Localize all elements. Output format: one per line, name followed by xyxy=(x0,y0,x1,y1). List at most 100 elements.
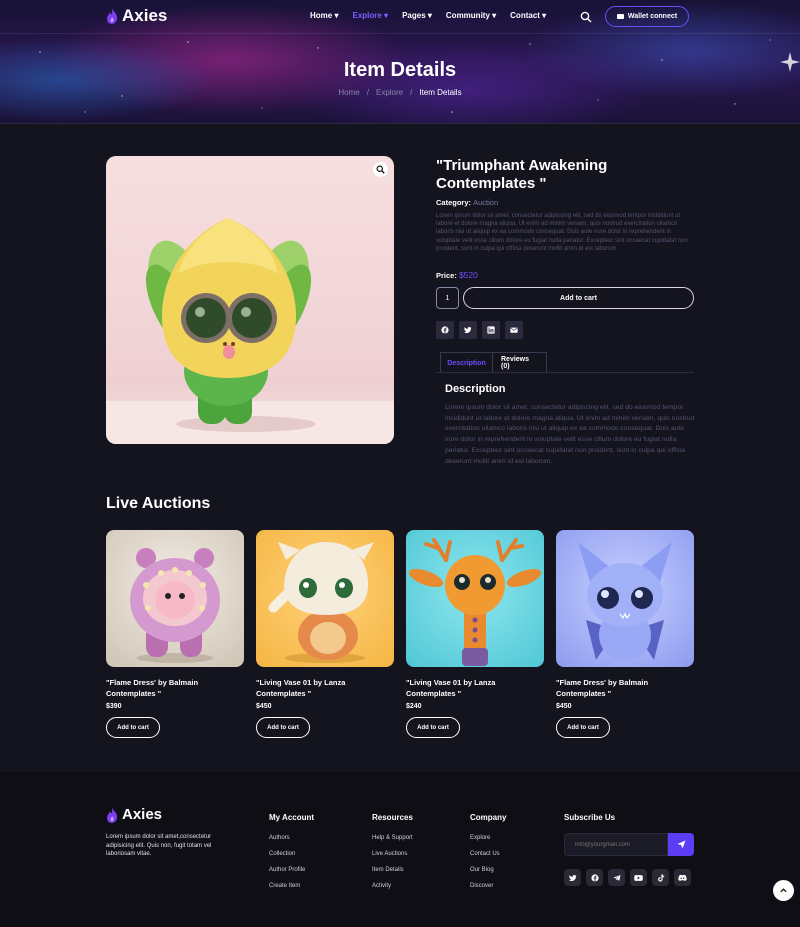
wallet-connect-label: Wallet connect xyxy=(627,13,678,20)
zoom-button[interactable] xyxy=(373,162,388,177)
scroll-to-top-button[interactable] xyxy=(773,880,794,901)
facebook-icon[interactable] xyxy=(436,321,454,339)
discord-icon[interactable] xyxy=(674,869,691,886)
tiktok-icon[interactable] xyxy=(652,869,669,886)
auction-card-title[interactable]: "Flame Dress' by Balmain Contemplates " xyxy=(556,678,696,699)
footer-column-company: Company Explore Contact Us Our Blog Disc… xyxy=(470,813,506,899)
email-icon[interactable] xyxy=(505,321,523,339)
footer-column-title: My Account xyxy=(269,813,315,822)
subscribe-send-button[interactable] xyxy=(668,833,694,856)
nav-home-label: Home xyxy=(310,11,333,20)
bone-creature-illustration xyxy=(268,542,374,663)
footer-logo[interactable]: Axies xyxy=(106,806,162,823)
share-buttons xyxy=(436,321,523,339)
page-title: Item Details xyxy=(343,59,457,81)
nav-pages[interactable]: Pages ▾ xyxy=(402,11,432,20)
footer-link[interactable]: Contact Us xyxy=(470,851,506,867)
send-icon xyxy=(676,840,686,849)
price-label: Price: xyxy=(436,271,457,280)
auction-card-image[interactable] xyxy=(256,530,394,667)
tab-reviews[interactable]: Reviews (0) xyxy=(493,352,547,373)
wallet-icon xyxy=(616,14,624,19)
footer-link[interactable]: Discover xyxy=(470,883,506,899)
auction-card-price: $240 xyxy=(406,703,422,710)
nav-contact[interactable]: Contact ▾ xyxy=(510,11,546,20)
nav-explore[interactable]: Explore ▾ xyxy=(352,11,388,20)
twitter-icon[interactable] xyxy=(459,321,477,339)
auction-card-image[interactable] xyxy=(406,530,544,667)
flame-logo-icon xyxy=(107,8,118,24)
linkedin-icon[interactable] xyxy=(482,321,500,339)
footer-link[interactable]: Live Auctions xyxy=(372,851,413,867)
telegram-icon[interactable] xyxy=(608,869,625,886)
deer-creature-illustration xyxy=(408,538,542,666)
footer-link[interactable]: Authors xyxy=(269,835,314,851)
auction-card-title[interactable]: "Living Vase 01 by Lanza Contemplates " xyxy=(256,678,396,699)
auction-card-title[interactable]: "Living Vase 01 by Lanza Contemplates " xyxy=(406,678,546,699)
search-icon[interactable] xyxy=(580,11,592,23)
price-value: $520 xyxy=(458,270,478,280)
brand-name: Axies xyxy=(122,6,168,25)
nav-home[interactable]: Home ▾ xyxy=(310,11,338,20)
auction-card-add-button[interactable]: Add to cart xyxy=(256,717,310,738)
subscribe-email-input[interactable] xyxy=(564,833,668,856)
breadcrumb-explore[interactable]: Explore xyxy=(376,88,403,97)
auction-card-image[interactable] xyxy=(106,530,244,667)
item-category: Category: Auction xyxy=(436,198,498,207)
footer-link[interactable]: Collection xyxy=(269,851,314,867)
footer-description: Lorem ipsum dolor sit amet,consectetur a… xyxy=(106,834,212,857)
auction-card-price: $450 xyxy=(556,703,572,710)
auction-card[interactable]: "Flame Dress' by Balmain Contemplates " … xyxy=(556,530,694,738)
auction-card-add-button[interactable]: Add to cart xyxy=(556,717,610,738)
item-price: Price: $520 xyxy=(436,270,478,280)
auction-card-title[interactable]: "Flame Dress' by Balmain Contemplates " xyxy=(106,678,246,699)
subscribe-title: Subscribe Us xyxy=(564,813,616,822)
auction-card-image[interactable] xyxy=(556,530,694,667)
footer-link[interactable]: Item Details xyxy=(372,867,413,883)
auction-card-add-button[interactable]: Add to cart xyxy=(106,717,160,738)
auction-card[interactable]: "Flame Dress' by Balmain Contemplates " … xyxy=(106,530,244,738)
zoom-icon xyxy=(376,165,385,174)
footer-link[interactable]: Create Item xyxy=(269,883,314,899)
auction-card-price: $390 xyxy=(106,703,122,710)
item-image xyxy=(106,156,394,444)
pink-creature-illustration xyxy=(130,548,220,663)
footer-brand-name: Axies xyxy=(122,806,163,823)
nav-community-label: Community xyxy=(445,11,490,20)
nav-community[interactable]: Community ▾ xyxy=(446,11,496,20)
footer-link[interactable]: Help & Support xyxy=(372,835,413,851)
auction-card[interactable]: "Living Vase 01 by Lanza Contemplates " … xyxy=(256,530,394,738)
add-to-cart-button[interactable]: Add to cart xyxy=(463,287,694,309)
nav-divider xyxy=(0,33,800,34)
footer-link[interactable]: Our Blog xyxy=(470,867,506,883)
youtube-icon[interactable] xyxy=(630,869,647,886)
item-summary: Lorem ipsum dolor sit amet, consectetur … xyxy=(436,213,688,252)
tab-description[interactable]: Description xyxy=(440,352,493,373)
footer-column-account: My Account Authors Collection Author Pro… xyxy=(269,813,314,899)
main-nav: Home ▾ Explore ▾ Pages ▾ Community ▾ Con… xyxy=(310,11,546,20)
brand-logo[interactable]: Axies xyxy=(106,6,167,26)
tab-divider xyxy=(436,372,694,373)
twitter-icon[interactable] xyxy=(564,869,581,886)
quantity-input[interactable]: 1 xyxy=(436,287,459,309)
auction-card-add-button[interactable]: Add to cart xyxy=(406,717,460,738)
category-value: Auction xyxy=(473,198,499,207)
breadcrumb: Home / Explore / Item Details xyxy=(338,88,462,97)
wallet-connect-button[interactable]: Wallet connect xyxy=(605,6,689,27)
description-heading: Description xyxy=(445,383,506,395)
category-label: Category: xyxy=(436,198,472,207)
flame-logo-icon xyxy=(107,806,118,823)
item-tabs: Description Reviews (0) xyxy=(440,352,547,373)
live-auctions-heading: Live Auctions xyxy=(106,495,211,512)
bat-creature-illustration xyxy=(578,542,672,661)
footer-link[interactable]: Explore xyxy=(470,835,506,851)
facebook-icon[interactable] xyxy=(586,869,603,886)
footer-column-title: Resources xyxy=(372,813,413,822)
footer-link[interactable]: Activity xyxy=(372,883,413,899)
breadcrumb-home[interactable]: Home xyxy=(338,88,359,97)
item-title: "Triumphant Awakening Contemplates " xyxy=(436,157,608,192)
footer-social-links xyxy=(564,869,691,886)
footer-link[interactable]: Author Profile xyxy=(269,867,314,883)
auction-card[interactable]: "Living Vase 01 by Lanza Contemplates " … xyxy=(406,530,544,738)
nav-contact-label: Contact xyxy=(510,11,540,20)
